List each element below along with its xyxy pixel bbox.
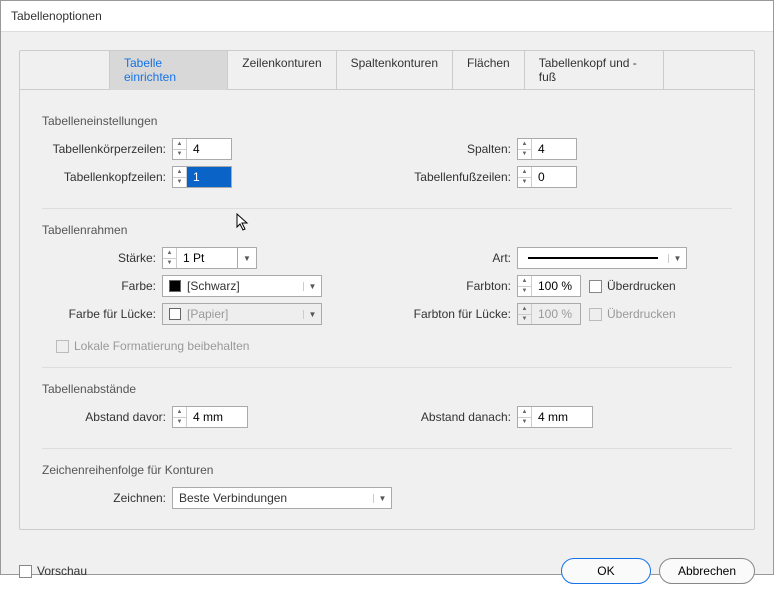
space-after-spinner[interactable]: ▲▼ [517,406,593,428]
chevron-down-icon: ▼ [303,282,321,291]
tab-row-strokes[interactable]: Zeilenkonturen [227,50,336,90]
tint-input[interactable] [532,276,580,296]
space-after-input[interactable] [532,407,592,427]
gap-overprint-checkbox: Überdrucken [589,307,676,321]
checkbox-icon [19,565,32,578]
frame-heading: Tabellenrahmen [42,223,732,237]
columns-label: Spalten: [387,142,517,156]
gap-tint-label: Farbton für Lücke: [387,307,517,321]
up-arrow-icon[interactable]: ▲ [518,276,531,287]
up-arrow-icon[interactable]: ▲ [518,167,531,178]
columns-input[interactable] [532,139,576,159]
tint-label: Farbton: [387,279,517,293]
preserve-local-label: Lokale Formatierung beibehalten [74,339,249,353]
space-before-spinner[interactable]: ▲▼ [172,406,248,428]
tab-setup[interactable]: Tabelle einrichten [109,50,228,90]
up-arrow-icon[interactable]: ▲ [173,407,186,418]
type-label: Art: [387,251,517,265]
overprint-label: Überdrucken [607,279,676,293]
chevron-down-icon: ▼ [303,310,321,319]
dialog-footer: Vorschau OK Abbrechen [1,548,773,598]
dialog-title: Tabellenoptionen [1,1,773,32]
gap-overprint-label: Überdrucken [607,307,676,321]
tab-bar: Tabelle einrichten Zeilenkonturen Spalte… [20,50,754,90]
tab-fills[interactable]: Flächen [452,50,525,90]
header-rows-input[interactable] [187,167,231,187]
body-rows-label: Tabellenkörperzeilen: [42,142,172,156]
gap-color-value: [Papier] [187,307,228,321]
body-rows-spinner[interactable]: ▲▼ [172,138,232,160]
dialog-window: Tabellenoptionen Tabelle einrichten Zeil… [0,0,774,575]
tab-column-strokes[interactable]: Spaltenkonturen [336,50,453,90]
footer-rows-spinner[interactable]: ▲▼ [517,166,577,188]
checkbox-icon [589,280,602,293]
footer-rows-input[interactable] [532,167,576,187]
color-select[interactable]: [Schwarz] ▼ [162,275,322,297]
swatch-icon [169,280,181,292]
weight-label: Stärke: [42,251,162,265]
down-arrow-icon[interactable]: ▼ [518,150,531,160]
up-arrow-icon[interactable]: ▲ [518,139,531,150]
down-arrow-icon[interactable]: ▼ [173,150,186,160]
up-arrow-icon[interactable]: ▲ [518,407,531,418]
down-arrow-icon[interactable]: ▼ [518,418,531,428]
draw-label: Zeichnen: [42,491,172,505]
down-arrow-icon[interactable]: ▼ [163,259,176,269]
header-rows-spinner[interactable]: ▲▼ [172,166,232,188]
down-arrow-icon: ▼ [518,315,531,325]
checkbox-icon [589,308,602,321]
main-panel: Tabelle einrichten Zeilenkonturen Spalte… [19,50,755,530]
color-value: [Schwarz] [187,279,240,293]
cancel-button[interactable]: Abbrechen [659,558,755,584]
up-arrow-icon: ▲ [518,304,531,315]
up-arrow-icon[interactable]: ▲ [163,248,176,259]
stroke-preview-icon [528,257,658,259]
weight-dropdown[interactable]: ▼ [237,247,257,269]
draw-select[interactable]: Beste Verbindungen ▼ [172,487,392,509]
color-label: Farbe: [42,279,162,293]
overprint-checkbox[interactable]: Überdrucken [589,279,676,293]
weight-spinner[interactable]: ▲▼ [162,247,238,269]
up-arrow-icon[interactable]: ▲ [173,139,186,150]
swatch-icon [169,308,181,320]
footer-rows-label: Tabellenfußzeilen: [387,170,517,184]
tint-spinner[interactable]: ▲▼ [517,275,581,297]
gap-color-select: [Papier] ▼ [162,303,322,325]
preserve-local-checkbox: Lokale Formatierung beibehalten [56,339,249,353]
checkbox-icon [56,340,69,353]
preview-checkbox[interactable]: Vorschau [19,564,87,578]
weight-input[interactable] [177,248,237,268]
spacing-heading: Tabellenabstände [42,382,732,396]
ok-button[interactable]: OK [561,558,651,584]
type-select[interactable]: ▼ [517,247,687,269]
down-arrow-icon[interactable]: ▼ [518,287,531,297]
settings-heading: Tabelleneinstellungen [42,114,732,128]
space-after-label: Abstand danach: [387,410,517,424]
columns-spinner[interactable]: ▲▼ [517,138,577,160]
down-arrow-icon[interactable]: ▼ [173,418,186,428]
gap-tint-spinner: ▲▼ [517,303,581,325]
tab-header-footer[interactable]: Tabellenkopf und -fuß [524,50,664,90]
chevron-down-icon: ▼ [668,254,686,263]
gap-tint-input [532,304,580,324]
down-arrow-icon[interactable]: ▼ [173,178,186,188]
draw-order-heading: Zeichenreihenfolge für Konturen [42,463,732,477]
preview-label: Vorschau [37,564,87,578]
chevron-down-icon: ▼ [238,254,256,263]
space-before-input[interactable] [187,407,247,427]
down-arrow-icon[interactable]: ▼ [518,178,531,188]
header-rows-label: Tabellenkopfzeilen: [42,170,172,184]
chevron-down-icon: ▼ [373,494,391,503]
draw-value: Beste Verbindungen [179,491,287,505]
body-rows-input[interactable] [187,139,231,159]
space-before-label: Abstand davor: [42,410,172,424]
up-arrow-icon[interactable]: ▲ [173,167,186,178]
gap-color-label: Farbe für Lücke: [42,307,162,321]
